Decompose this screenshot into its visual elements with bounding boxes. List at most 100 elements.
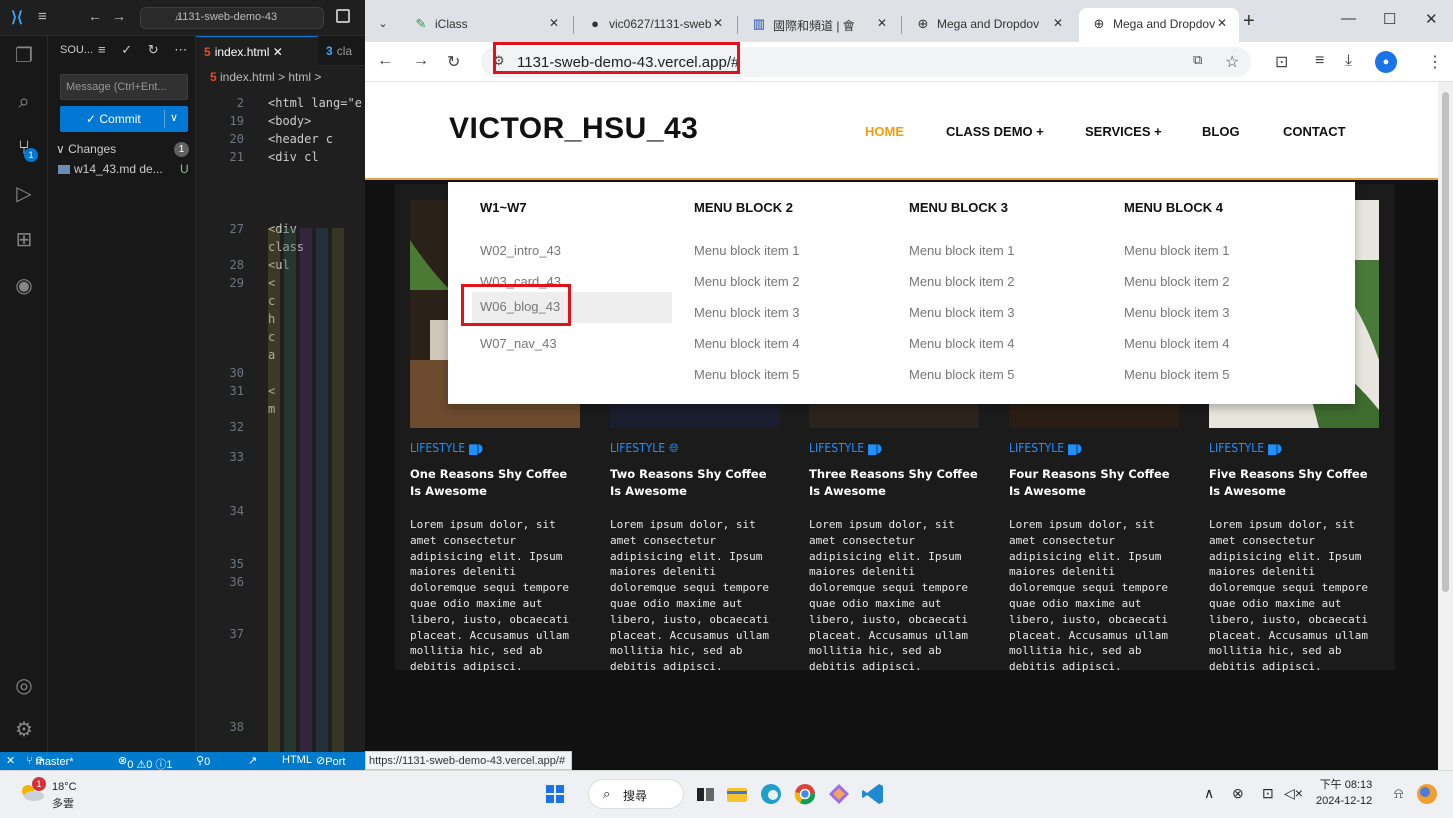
remote-icon[interactable]: ◉	[8, 270, 40, 302]
card-title[interactable]: Four Reasons Shy Coffee Is Awesome	[1009, 466, 1179, 500]
tab-css[interactable]: 3 cla	[318, 36, 365, 66]
command-center-search[interactable]: ⌕ 1131-sweb-demo-43	[140, 7, 324, 29]
explorer-icon[interactable]: ❐	[8, 40, 40, 72]
hamburger-menu-icon[interactable]: ≡	[38, 8, 47, 25]
nav-services[interactable]: SERVICES +	[1085, 124, 1162, 139]
mega-item[interactable]: Menu block item 3	[1124, 298, 1324, 329]
mega-item[interactable]: Menu block item 4	[909, 329, 1109, 360]
tab-github[interactable]: ● vic0627/1131-sweb ✕	[575, 8, 735, 42]
tab-mega-dropdown-1[interactable]: ⊕ Mega and Dropdov ✕	[903, 8, 1075, 42]
mega-item[interactable]: Menu block item 2	[909, 267, 1109, 298]
system-clock[interactable]: 下午 08:13 2024-12-12	[1316, 777, 1372, 809]
back-icon[interactable]: ←	[377, 52, 393, 70]
extensions-icon[interactable]: ⊡	[1275, 52, 1288, 72]
code-line[interactable]: 21 <div cl	[196, 150, 365, 168]
file-explorer-icon[interactable]	[722, 779, 752, 809]
copilot-app-icon[interactable]	[824, 779, 854, 809]
card-category[interactable]: LIFESTYLE ▆◗	[410, 441, 483, 455]
close-icon[interactable]: ✕	[713, 16, 723, 30]
breadcrumb[interactable]: 5 index.html > html >	[210, 70, 321, 84]
translate-icon[interactable]: ⧉	[1193, 52, 1202, 68]
layout-toggle-icon[interactable]	[336, 9, 350, 23]
branch-status[interactable]: ⑂ master* ⟳	[26, 754, 74, 768]
menu-kebab-icon[interactable]: ⋮	[1427, 52, 1443, 72]
close-icon[interactable]: ✕	[1217, 16, 1227, 30]
account-icon[interactable]: ◎	[8, 670, 40, 702]
nav-arrows-icon[interactable]: ←→	[88, 8, 136, 24]
ports-status[interactable]: ⚲ 0	[196, 754, 210, 768]
edge-browser-icon[interactable]	[756, 779, 786, 809]
chevron-down-icon[interactable]: ∨	[170, 111, 178, 124]
mega-item[interactable]: Menu block item 4	[694, 329, 894, 360]
mega-item[interactable]: Menu block item 5	[694, 360, 894, 391]
maximize-icon[interactable]: ☐	[1383, 10, 1396, 28]
vscode-app-icon[interactable]	[858, 779, 888, 809]
code-line[interactable]: 19 <body>	[196, 114, 365, 132]
tab-channel[interactable]: ▥ 國際和頻道 | 會 ✕	[739, 8, 899, 42]
nav-blog[interactable]: BLOG	[1202, 124, 1240, 139]
close-icon[interactable]: ✕	[269, 45, 283, 59]
card-category[interactable]: LIFESTYLE 🌐︎	[610, 441, 679, 456]
card-category[interactable]: LIFESTYLE ▆◗	[809, 441, 882, 455]
reload-icon[interactable]: ↻	[447, 52, 460, 72]
mega-item[interactable]: Menu block item 5	[909, 360, 1109, 391]
profile-avatar[interactable]: ●	[1375, 51, 1397, 73]
run-debug-icon[interactable]: ▷	[8, 178, 40, 210]
search-icon[interactable]: ⌕	[8, 86, 40, 118]
changed-file-item[interactable]: w14_43.md de... U	[58, 162, 192, 176]
page-scrollbar[interactable]	[1438, 82, 1453, 770]
nav-home[interactable]: HOME	[865, 124, 904, 139]
taskbar-search[interactable]: ⌕ 搜尋	[588, 779, 684, 809]
code-line[interactable]: 20 <header c	[196, 132, 365, 150]
port-status[interactable]: ⊘ Port	[316, 754, 345, 768]
code-line[interactable]: 2 <html lang="e	[196, 96, 365, 114]
network-icon[interactable]: ⊡	[1262, 785, 1274, 802]
source-control-icon[interactable]: ⑂ 1	[8, 132, 40, 164]
reading-list-icon[interactable]: ≡	[1315, 52, 1324, 70]
tab-iclass[interactable]: ✎ iClass ✕	[401, 8, 571, 42]
remote-status-icon[interactable]: ✕	[6, 754, 15, 767]
mega-item[interactable]: Menu block item 3	[694, 298, 894, 329]
scrollbar-thumb[interactable]	[1442, 92, 1449, 592]
mega-item[interactable]: Menu block item 3	[909, 298, 1109, 329]
mega-item[interactable]: Menu block item 5	[1124, 360, 1324, 391]
card-title[interactable]: Three Reasons Shy Coffee Is Awesome	[809, 466, 979, 500]
close-icon[interactable]: ✕	[1053, 16, 1063, 30]
live-share-icon[interactable]: ↗	[248, 754, 257, 767]
card-title[interactable]: One Reasons Shy Coffee Is Awesome	[410, 466, 580, 500]
bookmark-star-icon[interactable]: ☆	[1225, 52, 1239, 72]
windows-start-icon[interactable]	[540, 779, 570, 809]
notification-bell-icon[interactable]: ⍾	[1394, 785, 1403, 802]
close-icon[interactable]: ✕	[549, 16, 559, 30]
mega-item[interactable]: Menu block item 1	[1124, 236, 1324, 267]
close-window-icon[interactable]: ✕	[1425, 10, 1438, 28]
commit-message-input[interactable]: Message (Ctrl+Ent...	[60, 74, 188, 100]
forward-icon[interactable]: →	[413, 52, 429, 70]
mega-item[interactable]: Menu block item 2	[1124, 267, 1324, 298]
mega-item[interactable]: W07_nav_43	[480, 329, 680, 360]
minimize-icon[interactable]: —	[1341, 10, 1356, 27]
changes-group[interactable]: ∨ Changes 1	[56, 142, 192, 157]
tray-chevron-up-icon[interactable]: ∧	[1204, 785, 1214, 802]
mega-item[interactable]: W02_intro_43	[480, 236, 680, 267]
nav-class-demo[interactable]: CLASS DEMO +	[946, 124, 1044, 139]
card-title[interactable]: Two Reasons Shy Coffee Is Awesome	[610, 466, 780, 500]
close-icon[interactable]: ✕	[877, 16, 887, 30]
settings-gear-icon[interactable]: ⚙	[8, 714, 40, 746]
mega-item[interactable]: Menu block item 1	[694, 236, 894, 267]
site-logo[interactable]: VICTOR_HSU_43	[449, 112, 698, 146]
tab-mega-dropdown-2[interactable]: ⊕ Mega and Dropdov ✕	[1079, 8, 1239, 42]
card-title[interactable]: Five Reasons Shy Coffee Is Awesome	[1209, 466, 1379, 500]
copilot-tray-icon[interactable]	[1414, 781, 1440, 807]
tray-app-icon[interactable]: ⊗	[1232, 785, 1244, 802]
tab-search-icon[interactable]: ⌄	[371, 13, 395, 35]
mega-item[interactable]: Menu block item 1	[909, 236, 1109, 267]
language-mode[interactable]: HTML	[282, 754, 312, 766]
problems-status[interactable]: ⊗ 0 ⚠0 ⓘ1	[118, 754, 173, 771]
nav-contact[interactable]: CONTACT	[1283, 124, 1346, 139]
download-icon[interactable]: ⤓	[1345, 52, 1352, 70]
tab-index-html[interactable]: 5 index.html ✕	[196, 36, 318, 66]
new-tab-button[interactable]: +	[1243, 10, 1255, 33]
mega-item[interactable]: Menu block item 2	[694, 267, 894, 298]
volume-icon[interactable]: ◁×	[1284, 785, 1303, 802]
